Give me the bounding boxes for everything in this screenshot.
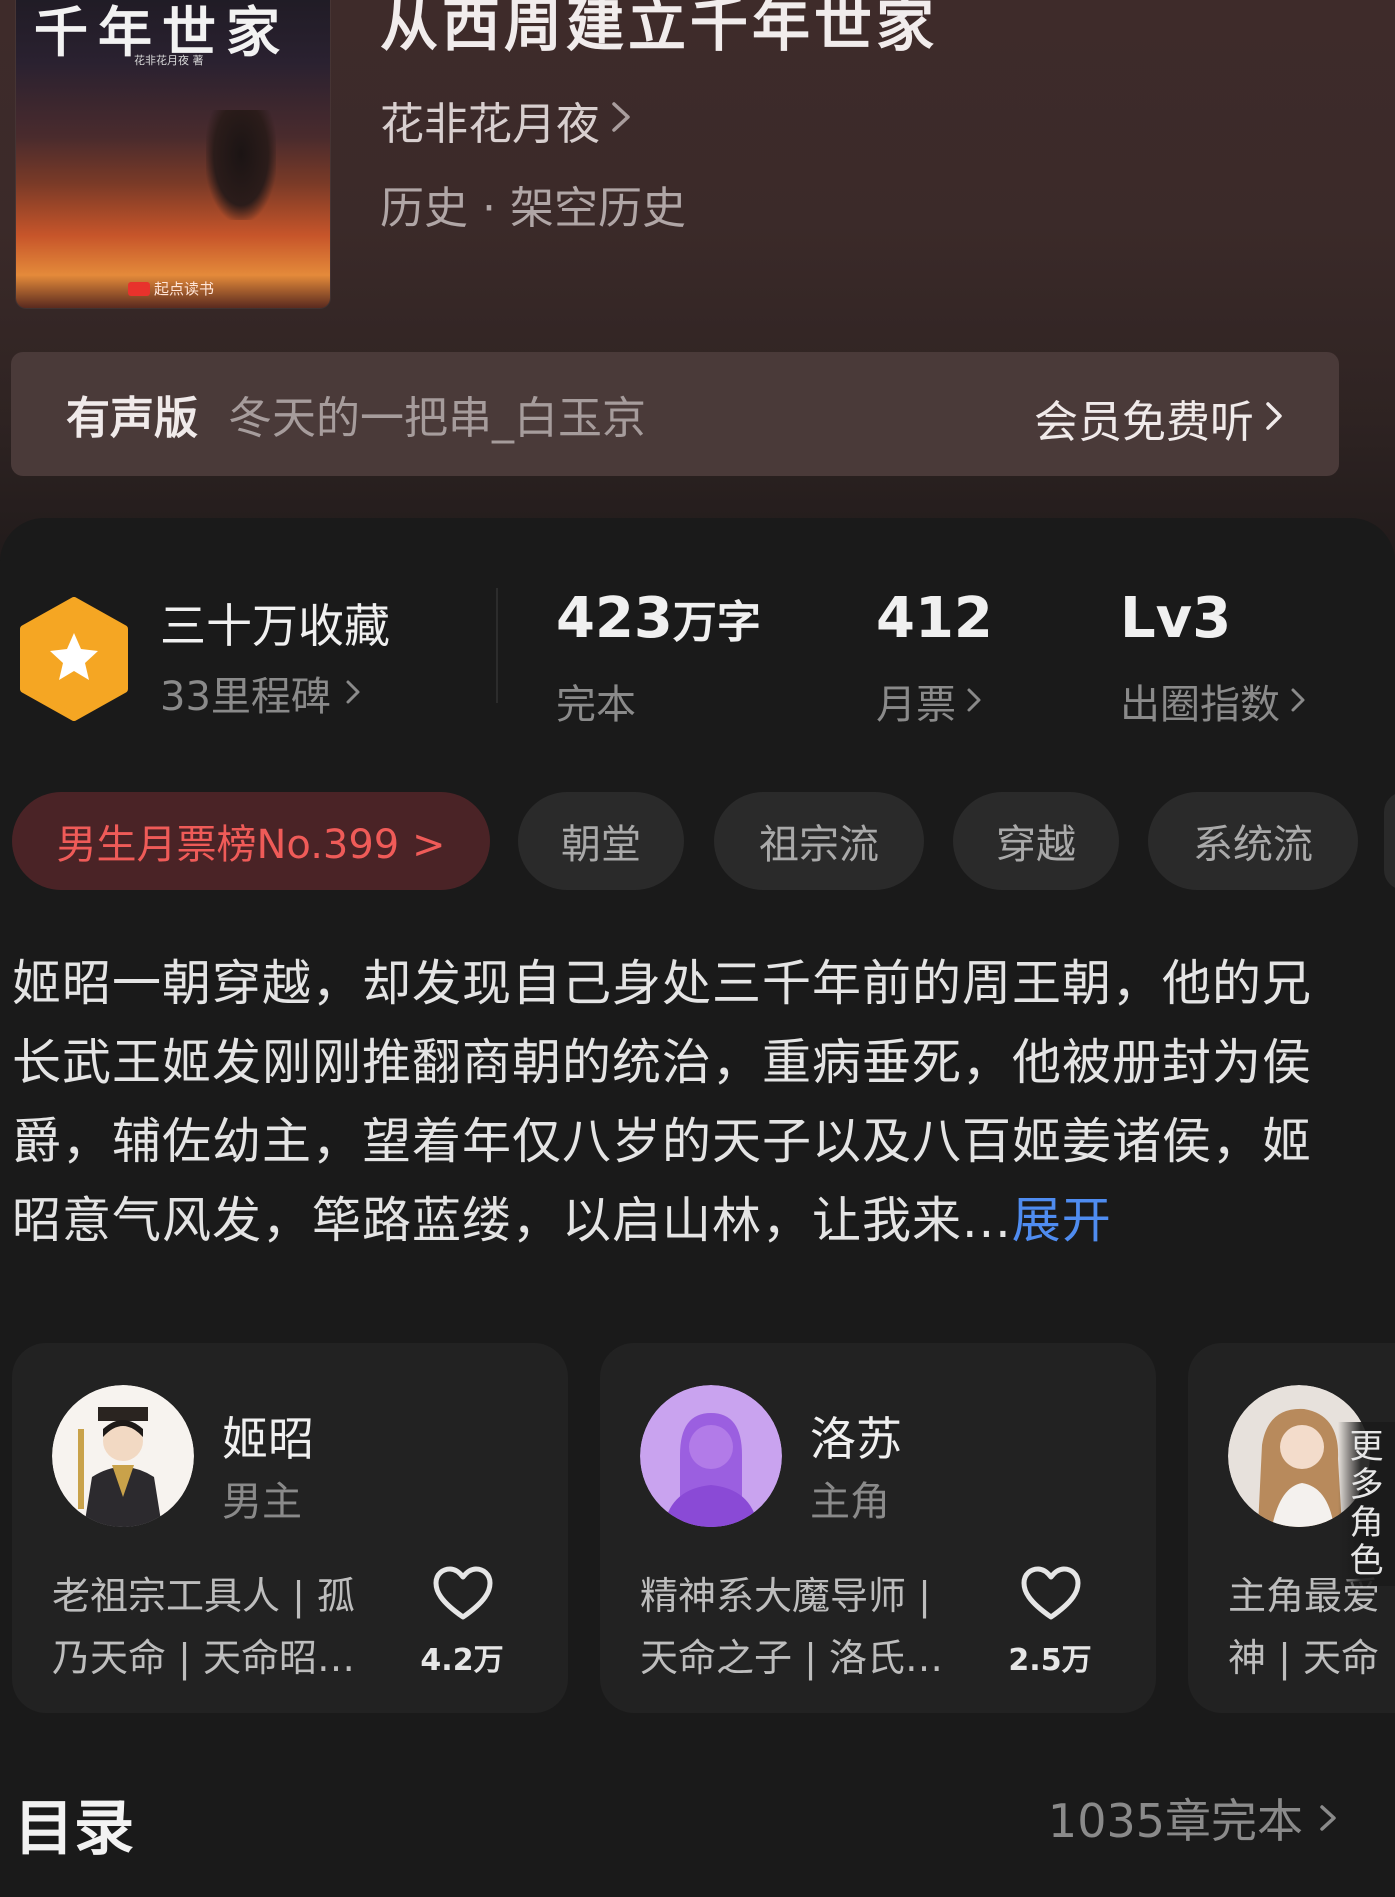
book-genre: 历史 · 架空历史 [380,183,686,234]
monthly-ticket-link[interactable]: 月票 [876,672,982,730]
chevron-right-icon [345,670,361,716]
tag-item[interactable]: 祖宗流 [714,792,924,890]
cover-publisher-badge: 起点读书 [128,278,214,299]
word-count-unit: 万字 [672,597,761,648]
character-role: 男主 [222,1479,302,1525]
catalog-title: 目录 [14,1794,134,1864]
synopsis-text: 姬昭一朝穿越，却发现自己身处三千年前的周王朝，他的兄长武王姬发刚刚推翻商朝的统治… [12,955,1313,1249]
influence-index-label: 出圈指数 [1120,682,1280,728]
book-cover[interactable]: 千年世家 花非花月夜 著 起点读书 [16,0,330,308]
like-count: 4.2万 [420,1643,504,1678]
character-description-line: 天命之子 | 洛氏… [640,1636,943,1680]
heart-icon[interactable] [1020,1565,1082,1623]
member-free-listen-button[interactable]: 会员免费听 [1034,386,1284,450]
like-count: 2.5万 [1008,1643,1092,1678]
milestone-star-badge-icon [20,597,128,721]
influence-index-link[interactable]: 出圈指数 [1120,672,1306,730]
chapter-count: 1035章完本 [1047,1794,1303,1848]
book-synopsis[interactable]: 姬昭一朝穿越，却发现自己身处三千年前的周王朝，他的兄长武王姬发刚刚推翻商朝的统治… [12,944,1342,1260]
tag-item[interactable]: 穿越 [953,792,1119,890]
member-free-listen-label: 会员免费听 [1034,397,1254,448]
chevron-right-icon [1290,678,1306,724]
influence-level: Lv3 [1120,586,1232,651]
author-name: 花非花月夜 [380,99,600,150]
monthly-rank-tag[interactable]: 男生月票榜No.399 > [12,792,490,890]
character-avatar [640,1385,782,1527]
chevron-right-icon [966,678,982,724]
cover-publisher: 起点读书 [154,280,215,298]
cover-figure-image [206,110,276,220]
milestone-link[interactable]: 33里程碑 [160,664,361,722]
character-description-line: 神 | 天命 [1228,1636,1379,1680]
book-title: 从西周建立千年世家 [380,0,939,59]
book-detail-page: 千年世家 花非花月夜 著 起点读书 从西周建立千年世家 花非花月夜 历史 · 架… [0,0,1395,1897]
heart-icon[interactable] [432,1565,494,1623]
tag-item-partial[interactable] [1384,792,1395,890]
audio-label: 有声版 [66,393,198,444]
tag-item[interactable]: 系统流 [1148,792,1358,890]
character-name: 洛苏 [810,1412,902,1466]
author-link[interactable]: 花非花月夜 [380,88,632,152]
chevron-right-icon [610,100,632,141]
chevron-right-icon [1319,1791,1337,1845]
monthly-ticket-count: 412 [876,586,993,651]
collect-count: 三十万收藏 [160,599,390,653]
audio-version-bar[interactable]: 有声版 冬天的一把串_白玉京 会员免费听 [11,352,1339,476]
word-count-value: 423 [556,586,673,651]
character-avatar [52,1385,194,1527]
book-header: 千年世家 花非花月夜 著 起点读书 从西周建立千年世家 花非花月夜 历史 · 架… [0,0,1395,560]
completion-status: 完本 [556,672,636,730]
completion-status-label: 完本 [556,682,636,728]
character-role: 主角 [810,1479,890,1525]
word-count: 423万字 [556,586,761,651]
stats-divider [496,588,498,703]
character-description-line: 老祖宗工具人 | 孤 [52,1574,355,1618]
cover-author: 花非花月夜 著 [134,54,204,67]
tag-item[interactable]: 朝堂 [518,792,684,890]
chevron-right-icon [1264,393,1284,444]
publisher-logo-icon [128,281,150,296]
character-description: 精神系大魔导师 | 天命之子 | 洛氏… [640,1565,990,1689]
character-name: 姬昭 [222,1412,314,1466]
character-description: 老祖宗工具人 | 孤 乃天命 | 天命昭… [52,1565,402,1689]
character-card[interactable]: 姬昭 男主 老祖宗工具人 | 孤 乃天命 | 天命昭… 4.2万 [12,1343,568,1713]
catalog-link[interactable]: 1035章完本 [1048,1785,1337,1851]
character-description-line: 乃天命 | 天命昭… [52,1636,355,1680]
expand-link[interactable]: 展开 [1012,1192,1112,1249]
character-card[interactable]: 洛苏 主角 精神系大魔导师 | 天命之子 | 洛氏… 2.5万 [600,1343,1156,1713]
character-description-line: 精神系大魔导师 | [640,1574,931,1618]
milestone-label: 33里程碑 [160,674,331,720]
monthly-ticket-label: 月票 [876,682,956,728]
audio-narrator: 冬天的一把串_白玉京 [228,393,646,444]
more-characters-button[interactable]: 更多角色 [1338,1422,1395,1586]
